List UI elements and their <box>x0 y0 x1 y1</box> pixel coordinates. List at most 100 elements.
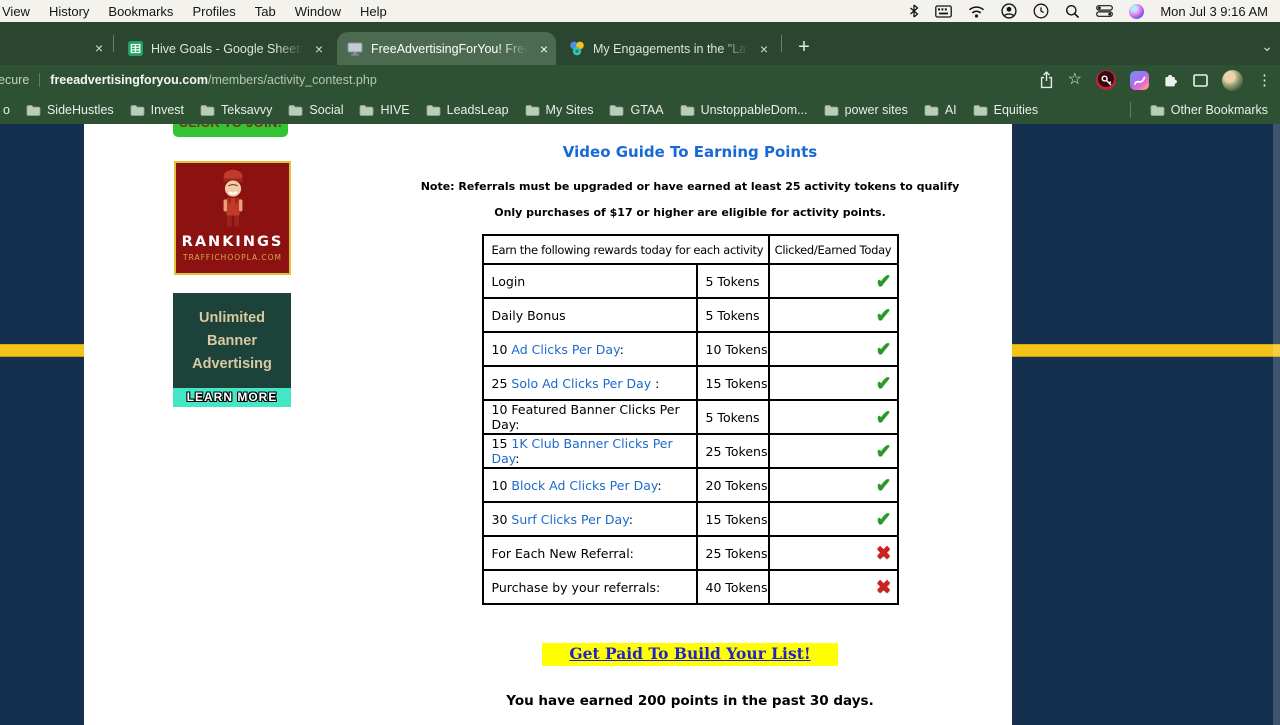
extensions-puzzle-icon[interactable] <box>1163 72 1179 88</box>
menubar-item[interactable]: Bookmarks <box>108 4 173 19</box>
side-panel-icon[interactable] <box>1193 73 1208 87</box>
search-icon[interactable] <box>1065 4 1080 19</box>
screen: View History Bookmarks Profiles Tab Wind… <box>0 0 1280 725</box>
bookmark-item[interactable]: SideHustles <box>26 103 114 117</box>
keyboard-icon[interactable] <box>935 4 953 18</box>
user-account-icon[interactable] <box>1001 3 1017 19</box>
bookmark-item[interactable]: Teksavvy <box>200 103 272 117</box>
close-icon[interactable]: × <box>95 40 103 56</box>
close-icon[interactable]: × <box>315 41 323 57</box>
share-icon[interactable] <box>1039 71 1054 89</box>
activity-text: 10 <box>491 341 512 357</box>
menubar-items: View History Bookmarks Profiles Tab Wind… <box>2 4 387 19</box>
rewards-table: Earn the following rewards today for eac… <box>481 234 899 605</box>
bookmark-label: Teksavvy <box>221 102 273 117</box>
tokens-cell: 15 Tokens <box>695 501 770 537</box>
note-purchases: Only purchases of $17 or higher are elig… <box>494 206 886 219</box>
activity-link[interactable]: Block Ad Clicks Per Day <box>511 478 657 493</box>
close-icon[interactable]: × <box>760 41 768 57</box>
table-row: 30 Surf Clicks Per Day: 15 Tokens ✔ <box>481 501 899 537</box>
scrollbar[interactable] <box>1273 124 1280 725</box>
page-background-left <box>0 124 84 725</box>
tokens-cell: 10 Tokens <box>695 331 770 367</box>
menubar-clock[interactable]: Mon Jul 3 9:16 AM <box>1160 4 1268 19</box>
menu-dots-icon[interactable]: ⋮ <box>1257 71 1272 89</box>
menubar-item[interactable]: Profiles <box>192 4 235 19</box>
bookmark-item[interactable]: Social <box>288 103 343 117</box>
table-row: 10 Featured Banner Clicks Per Day: 5 Tok… <box>481 399 899 435</box>
tokens-cell: 5 Tokens <box>695 297 770 333</box>
extension-colorful-icon[interactable] <box>1130 70 1149 90</box>
activity-text: 30 <box>491 511 512 527</box>
bluetooth-icon[interactable] <box>909 4 919 18</box>
bookmark-item[interactable]: power sites <box>824 103 908 117</box>
new-tab-button[interactable]: + <box>792 36 816 59</box>
learn-more-button[interactable]: LEARN MORE <box>173 388 291 407</box>
activity-suffix: : <box>619 341 624 357</box>
bookmark-item[interactable]: LeadsLeap <box>426 103 509 117</box>
other-bookmarks[interactable]: Other Bookmarks <box>1129 101 1268 118</box>
folder-icon <box>924 104 939 116</box>
bookmark-item[interactable]: Equities <box>973 103 1038 117</box>
address-bar[interactable]: freeadvertisingforyou.com/members/activi… <box>50 73 1030 87</box>
folder-icon <box>426 104 441 116</box>
bookmark-label: o <box>3 102 10 117</box>
activity-cell: 25 Solo Ad Clicks Per Day : <box>481 365 698 401</box>
status-cell: ✖ <box>767 535 899 571</box>
menubar-item[interactable]: Help <box>360 4 387 19</box>
tab-my-engagements[interactable]: My Engagements in the "Larry × <box>559 32 776 65</box>
tab-hive-goals[interactable]: Hive Goals - Google Sheets × <box>118 32 331 65</box>
time-machine-icon[interactable] <box>1033 3 1049 19</box>
folder-icon <box>525 104 540 116</box>
menubar-item[interactable]: Window <box>295 4 341 19</box>
chevron-down-icon[interactable]: ⌄ <box>1261 38 1273 55</box>
menubar-item[interactable]: History <box>49 4 89 19</box>
status-cell: ✔ <box>767 433 899 469</box>
siri-icon[interactable] <box>1129 3 1145 19</box>
activity-link[interactable]: Ad Clicks Per Day <box>511 342 619 357</box>
get-paid-link[interactable]: Get Paid To Build Your List! <box>542 643 838 666</box>
bookmark-star-icon[interactable]: ☆ <box>1068 72 1082 88</box>
rewards-table-body: Login 5 Tokens ✔ Daily Bonus 5 Tokens ✔ … <box>481 263 899 605</box>
bookmark-item[interactable]: GTAA <box>609 103 664 117</box>
activity-cell: 30 Surf Clicks Per Day: <box>481 501 698 537</box>
activity-link[interactable]: Surf Clicks Per Day <box>511 512 628 527</box>
rankings-title: RANKINGS <box>181 234 284 250</box>
menubar-item[interactable]: Tab <box>255 4 276 19</box>
tab-freeadvertisingforyou[interactable]: FreeAdvertisingForYou! Free Tr × <box>337 32 556 65</box>
green-check-icon: ✔ <box>875 270 892 292</box>
control-center-icon[interactable] <box>1096 5 1114 17</box>
activity-suffix: : <box>657 477 662 493</box>
activity-text: 15 <box>491 436 512 451</box>
address-domain: freeadvertisingforyou.com <box>50 73 208 87</box>
activity-text: Daily Bonus <box>491 307 566 323</box>
rankings-banner-ad[interactable]: RANKINGS TRAFFICHOOPLA.COM <box>174 161 291 275</box>
bookmark-item[interactable]: AI <box>924 103 957 117</box>
status-cell: ✖ <box>767 569 899 605</box>
activity-text: 25 <box>491 375 512 391</box>
table-row: Purchase by your referrals: 40 Tokens ✖ <box>481 569 899 605</box>
profile-avatar[interactable] <box>1222 69 1243 91</box>
bookmark-item[interactable]: My Sites <box>525 103 593 117</box>
note-referrals: Note: Referrals must be upgraded or have… <box>420 180 960 193</box>
bookmark-label: AI <box>944 102 957 117</box>
activity-suffix: : <box>515 451 520 466</box>
video-guide-link[interactable]: Video Guide To Earning Points <box>350 143 1030 161</box>
activity-link[interactable]: Solo Ad Clicks Per Day <box>511 376 651 391</box>
bookmark-item[interactable]: UnstoppableDom... <box>680 103 808 117</box>
bookmark-label: power sites <box>844 102 908 117</box>
badges-icon <box>569 41 585 56</box>
bookmark-item[interactable]: Invest <box>130 103 184 117</box>
tab-separator <box>781 35 782 52</box>
menubar-item[interactable]: View <box>2 4 30 19</box>
click-to-join-button[interactable]: CLICK TO JOIN! <box>173 124 288 137</box>
activity-cell: 10 Block Ad Clicks Per Day: <box>481 467 698 503</box>
unlimited-banner-ad[interactable]: Unlimited Banner Advertising LEARN MORE <box>173 293 291 407</box>
bookmark-item[interactable]: o <box>3 103 10 117</box>
close-icon[interactable]: × <box>540 41 548 57</box>
wifi-icon[interactable] <box>968 5 985 18</box>
banner-line: Advertising <box>192 355 272 372</box>
mascot-illustration <box>222 169 243 227</box>
bookmark-item[interactable]: HIVE <box>359 103 410 117</box>
password-manager-icon[interactable] <box>1096 70 1116 90</box>
